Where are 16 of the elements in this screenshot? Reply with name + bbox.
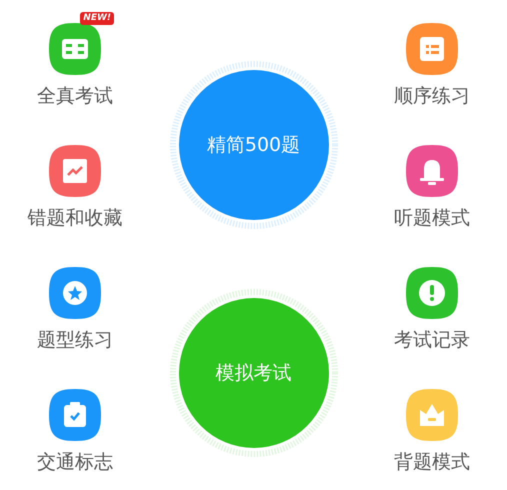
menu-label[interactable]: 题型练习 bbox=[37, 328, 113, 352]
menu-label[interactable]: 考试记录 bbox=[394, 328, 470, 352]
new-badge: NEW! bbox=[80, 12, 114, 25]
bell-icon[interactable] bbox=[405, 144, 459, 198]
alert-icon[interactable] bbox=[405, 266, 459, 320]
menu-label[interactable]: 交通标志 bbox=[37, 450, 113, 474]
menu-label[interactable]: 错题和收藏 bbox=[28, 206, 122, 230]
star-icon[interactable] bbox=[48, 266, 102, 320]
menu-label[interactable]: 全真考试 bbox=[37, 84, 113, 108]
menu-label[interactable]: 听题模式 bbox=[394, 206, 470, 230]
clipboard-icon[interactable] bbox=[48, 388, 102, 442]
menu-label[interactable]: 顺序练习 bbox=[394, 84, 470, 108]
book-icon[interactable] bbox=[48, 22, 102, 76]
menu-label[interactable]: 背题模式 bbox=[394, 450, 470, 474]
chart-icon[interactable] bbox=[48, 144, 102, 198]
list-icon[interactable] bbox=[405, 22, 459, 76]
